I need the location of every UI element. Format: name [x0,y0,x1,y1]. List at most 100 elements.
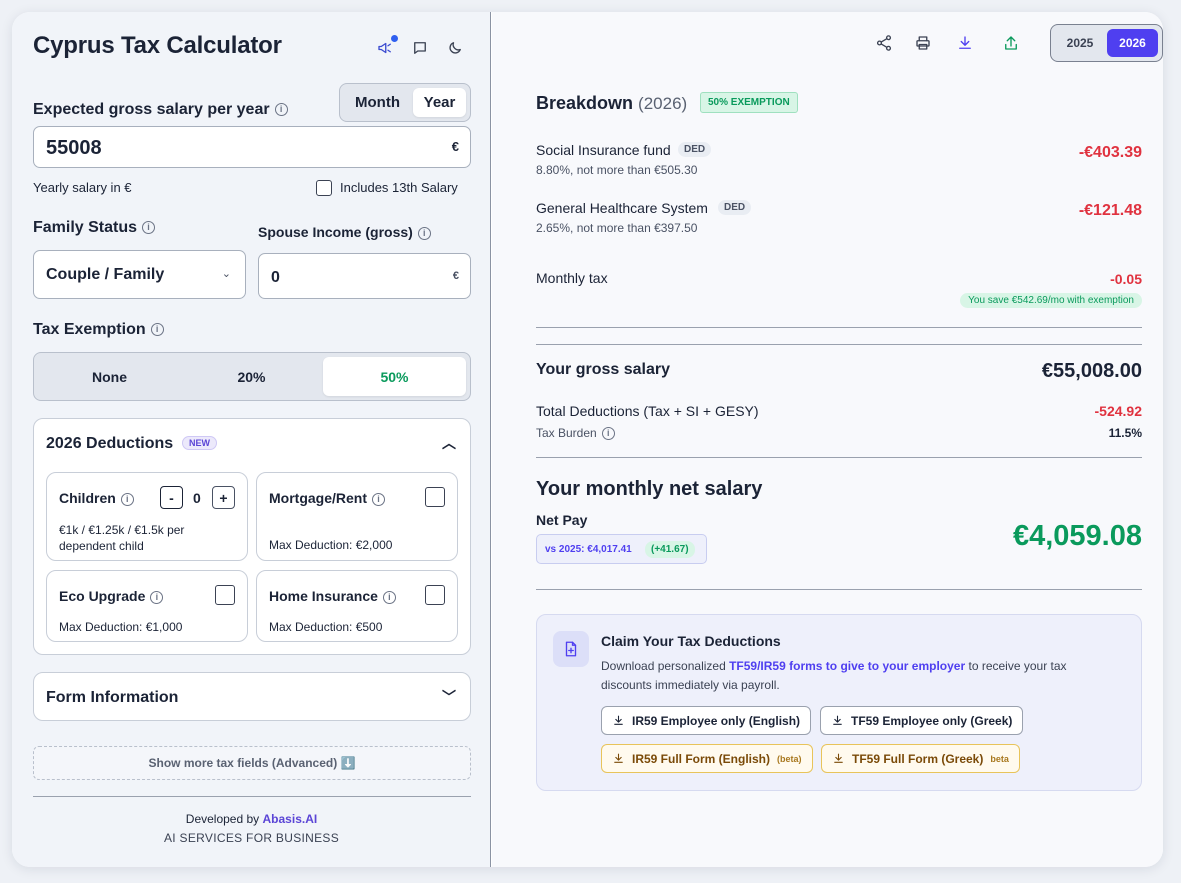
vs-2025: vs 2025: €4,017.41 [545,544,632,555]
period-month[interactable]: Month [344,88,411,117]
chevron-up-icon[interactable]: ︿ [442,433,456,453]
net-title: Your monthly net salary [536,478,763,500]
period-year[interactable]: Year [413,88,466,117]
info-icon[interactable]: i [150,590,164,604]
tf59-full-button[interactable]: TF59 Full Form (Greek) beta [821,744,1020,773]
export-icon[interactable] [1001,33,1021,53]
tax-burden-label: Tax Burden i [536,426,615,441]
new-badge: NEW [182,436,217,450]
tax-burden-value: 11.5% [1108,426,1142,440]
company-link[interactable]: Abasis.AI [263,812,318,826]
family-select[interactable]: Couple / Family ⌄ [33,250,246,299]
increment-button[interactable]: + [212,486,235,509]
salary-input[interactable]: 55008 € [33,126,471,168]
exemption-50[interactable]: 50% [323,357,466,396]
comparison-box: vs 2025: €4,017.41 (+41.67) [536,534,707,564]
exemption-none[interactable]: None [38,357,181,396]
net-pay-label: Net Pay [536,512,588,528]
info-icon[interactable]: i [382,590,396,604]
info-icon[interactable]: i [120,492,134,506]
feedback-icon[interactable] [410,38,430,58]
ir59-employee-button[interactable]: IR59 Employee only (English) [601,706,812,735]
footer-divider [33,796,471,797]
gesy-label: General Healthcare System [536,200,708,216]
salary-value: 55008 [46,137,102,159]
developed-by: Developed by Abasis.AI [185,812,318,826]
exemption-20[interactable]: 20% [181,357,322,396]
info-icon[interactable]: i [601,427,615,441]
tagline: AI SERVICES FOR BUSINESS [163,831,340,845]
spouse-label: Spouse Income (gross) i [258,224,431,240]
chevron-down-icon: ⌄ [221,268,231,280]
exemption-label: Tax Exemption i [33,321,164,339]
diff-badge: (+41.67) [645,541,695,558]
divider [536,589,1142,590]
ded-tag: DED [678,142,712,157]
gross-value: €55,008.00 [1041,360,1142,382]
deductions-title: 2026 Deductions [46,435,174,452]
download-icon [833,715,842,725]
app-card: Cyprus Tax Calculator Expected gross sal… [12,12,1163,867]
breakdown-title: Breakdown (2026) [536,93,688,113]
total-deductions-label: Total Deductions (Tax + SI + GESY) [536,403,759,419]
dark-mode-icon[interactable] [445,38,465,58]
decrement-button[interactable]: - [160,486,183,509]
ded-tag: DED [718,200,752,215]
spouse-income-input[interactable]: 0 € [258,253,471,299]
input-panel: Cyprus Tax Calculator Expected gross sal… [12,12,491,867]
print-icon[interactable] [913,33,933,53]
spouse-value: 0 [271,269,280,286]
home-insurance-label: Home Insurance i [269,588,396,604]
divider [536,327,1142,328]
eco-max: Max Deduction: €1,000 [59,620,183,634]
info-icon[interactable]: i [417,226,431,240]
divider [536,457,1142,458]
home-insurance-card[interactable]: Home Insurance i Max Deduction: €500 [256,570,458,642]
include-13th-checkbox[interactable] [316,180,332,196]
share-icon[interactable] [874,33,894,53]
year-2026[interactable]: 2026 [1107,29,1158,57]
download-icon [834,753,843,763]
notification-dot [391,35,398,42]
salary-helper: Yearly salary in € [33,180,132,195]
year-2025[interactable]: 2025 [1055,29,1105,57]
salary-label: Expected gross salary per year i [33,101,288,119]
currency-symbol: € [452,270,459,282]
home-insurance-max: Max Deduction: €500 [269,620,383,634]
chevron-down-icon: ﹀ [442,689,456,705]
eco-label: Eco Upgrade i [59,588,164,604]
si-sub: 8.80%, not more than €505.30 [536,163,698,177]
info-icon[interactable]: i [142,221,156,235]
ir59-full-button[interactable]: IR59 Full Form (English) (beta) [601,744,813,773]
monthly-tax-label: Monthly tax [536,270,608,286]
children-label: Children i [59,490,134,506]
gesy-sub: 2.65%, not more than €397.50 [536,221,698,235]
info-icon[interactable]: i [274,103,288,117]
mortgage-label: Mortgage/Rent i [269,490,385,506]
download-icon[interactable] [955,33,975,53]
total-deductions-value: -524.92 [1094,403,1142,419]
info-icon[interactable]: i [150,323,164,337]
download-icon [614,753,623,763]
document-plus-icon [553,631,589,667]
eco-checkbox[interactable] [215,585,235,605]
family-label: Family Status i [33,219,156,237]
claim-text: Download personalized TF59/IR59 forms to… [601,659,1067,692]
advanced-fields-button[interactable]: Show more tax fields (Advanced) ⬇️ [33,746,471,780]
period-toggle: Month Year [339,83,471,122]
mortgage-card[interactable]: Mortgage/Rent i Max Deduction: €2,000 [256,472,458,561]
children-card: Children i - 0 + €1k / €1.25k / €1.5k per… [46,472,248,561]
exemption-badge: 50% EXEMPTION [700,92,798,113]
form-info-panel[interactable]: Form Information ﹀ [33,672,471,721]
year-toggle: 2025 2026 [1050,24,1163,62]
mortgage-checkbox[interactable] [425,487,445,507]
eco-card[interactable]: Eco Upgrade i Max Deduction: €1,000 [46,570,248,642]
currency-symbol: € [451,139,459,154]
si-value: -€403.39 [1078,144,1142,161]
gesy-value: -€121.48 [1078,202,1142,219]
info-icon[interactable]: i [372,492,385,506]
family-selected: Couple / Family [46,266,165,283]
savings-badge: You save €542.69/mo with exemption [960,293,1142,308]
home-insurance-checkbox[interactable] [425,585,445,605]
tf59-employee-button[interactable]: TF59 Employee only (Greek) [820,706,1024,735]
